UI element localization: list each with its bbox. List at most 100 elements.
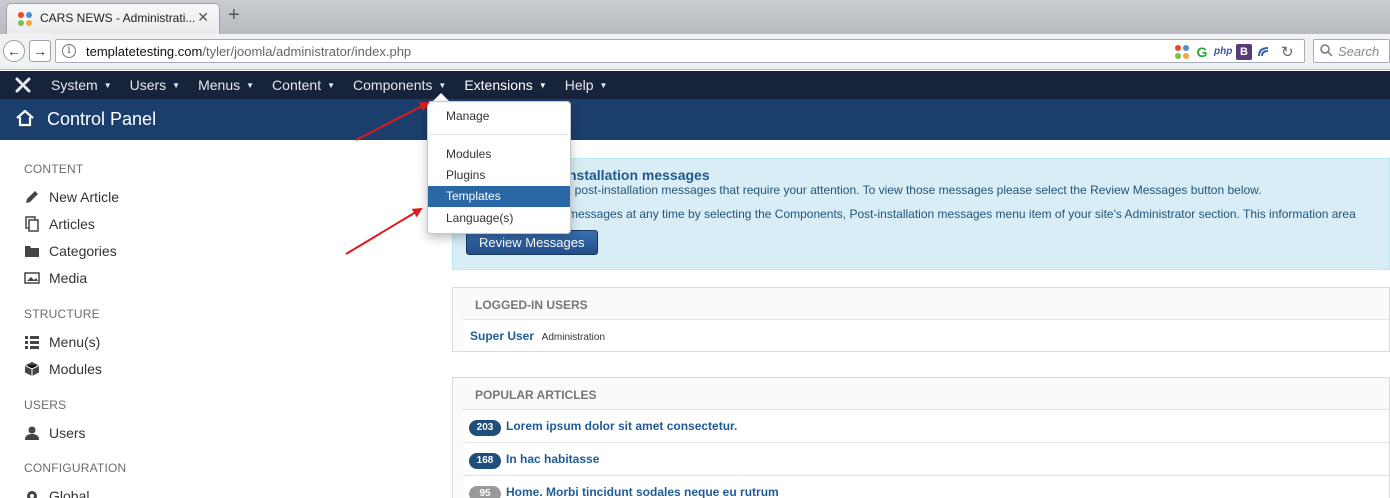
sidebar-item-label: Modules xyxy=(49,361,102,377)
wave-extension-icon[interactable] xyxy=(1256,44,1272,60)
url-bar[interactable]: i templatetesting.com/tyler/joomla/admin… xyxy=(55,39,1305,63)
browser-toolbar: ← → i templatetesting.com/tyler/joomla/a… xyxy=(0,34,1390,70)
caret-down-icon: ▼ xyxy=(599,81,608,90)
sidebar-item-label: Global xyxy=(49,488,90,498)
panel-title: POPULAR ARTICLES xyxy=(475,388,597,402)
browser-tab[interactable]: CARS NEWS - Administrati... ✕ xyxy=(6,3,220,34)
article-link[interactable]: Home. Morbi tincidunt sodales neque eu r… xyxy=(506,485,779,498)
sidebar-item-menus[interactable]: Menu(s) xyxy=(24,334,100,350)
logged-in-users-panel: LOGGED-IN USERS Super User Administratio… xyxy=(452,287,1390,352)
search-icon xyxy=(1320,44,1333,57)
caret-down-icon: ▼ xyxy=(327,81,336,90)
folder-icon xyxy=(25,246,39,257)
caret-down-icon: ▼ xyxy=(438,81,447,90)
caret-down-icon: ▼ xyxy=(538,81,547,90)
popular-articles-panel: POPULAR ARTICLES 203 Lorem ipsum dolor si… xyxy=(452,377,1390,498)
dropdown-item-languages[interactable]: Language(s) xyxy=(428,208,570,229)
hits-badge: 95 xyxy=(469,486,501,498)
dropdown-item-modules[interactable]: Modules xyxy=(428,144,570,165)
url-text[interactable]: templatetesting.com/tyler/joomla/adminis… xyxy=(86,44,411,59)
message-text-1: t post-installation messages that requir… xyxy=(568,183,1262,197)
sidebar-item-media[interactable]: Media xyxy=(24,270,87,286)
back-button[interactable]: ← xyxy=(3,40,25,62)
list-icon xyxy=(25,336,39,349)
sidebar-item-label: Categories xyxy=(49,243,117,259)
message-title: nstallation messages xyxy=(568,167,710,183)
menu-menus-label: Menus xyxy=(198,77,241,93)
menu-extensions-label: Extensions xyxy=(464,77,533,93)
sidebar-item-label: Menu(s) xyxy=(49,334,101,350)
post-install-message: nstallation messages t post-installation… xyxy=(452,158,1390,270)
hits-badge: 168 xyxy=(469,453,501,469)
menu-menus[interactable]: Menus ▼ xyxy=(189,71,263,99)
menu-components-label: Components xyxy=(353,77,433,93)
page-header: Control Panel xyxy=(0,99,1390,140)
list-item: Super User Administration xyxy=(463,319,1389,351)
dropdown-pointer xyxy=(433,93,449,101)
forward-button[interactable]: → xyxy=(29,40,51,62)
extensions-dropdown: Manage Modules Plugins Templates Languag… xyxy=(427,101,571,234)
sidebar-heading-content: CONTENT xyxy=(24,162,84,176)
sidebar-item-users[interactable]: Users xyxy=(24,425,86,441)
caret-down-icon: ▼ xyxy=(246,81,255,90)
admin-menu: System ▼ Users ▼ Menus ▼ Content ▼ Component… xyxy=(42,71,616,99)
admin-navbar: System ▼ Users ▼ Menus ▼ Content ▼ Component… xyxy=(0,71,1390,99)
list-item: 203 Lorem ipsum dolor sit amet consectetu… xyxy=(463,409,1389,441)
sidebar-item-global[interactable]: Global xyxy=(24,488,89,498)
menu-help[interactable]: Help ▼ xyxy=(556,71,617,99)
dropdown-item-templates[interactable]: Templates xyxy=(428,186,570,207)
user-link[interactable]: Super User xyxy=(470,329,534,343)
menu-users[interactable]: Users ▼ xyxy=(121,71,189,99)
b-extension-icon[interactable]: B xyxy=(1236,44,1252,60)
browser-search-input[interactable]: Search xyxy=(1313,39,1390,63)
joomla-logo-icon[interactable] xyxy=(14,76,32,94)
sidebar-item-modules[interactable]: Modules xyxy=(24,361,102,377)
article-link[interactable]: In hac habitasse xyxy=(506,452,599,466)
image-icon xyxy=(24,272,40,284)
list-item: 168 In hac habitasse xyxy=(463,442,1389,474)
dropdown-item-manage[interactable]: Manage xyxy=(428,106,570,127)
g-extension-icon[interactable]: G xyxy=(1194,44,1210,60)
joomla-extension-icon[interactable] xyxy=(1174,44,1190,60)
sidebar-item-new-article[interactable]: New Article xyxy=(24,189,119,205)
copy-icon xyxy=(25,216,39,232)
article-link[interactable]: Lorem ipsum dolor sit amet consectetur. xyxy=(506,419,737,433)
info-icon[interactable]: i xyxy=(62,44,76,58)
menu-content[interactable]: Content ▼ xyxy=(263,71,344,99)
cube-icon xyxy=(24,362,40,376)
url-domain: templatetesting.com xyxy=(86,44,203,59)
menu-content-label: Content xyxy=(272,77,322,93)
sidebar-item-label: New Article xyxy=(49,189,120,205)
sidebar-item-categories[interactable]: Categories xyxy=(24,243,117,259)
caret-down-icon: ▼ xyxy=(172,81,181,90)
php-extension-icon[interactable]: php xyxy=(1214,44,1232,60)
user-meta: Administration xyxy=(541,332,606,343)
menu-system-label: System xyxy=(51,77,98,93)
new-tab-button[interactable]: + xyxy=(228,4,240,27)
dropdown-divider xyxy=(429,134,569,135)
hits-badge: 203 xyxy=(469,420,501,436)
search-placeholder: Search xyxy=(1338,44,1380,59)
panel-title: LOGGED-IN USERS xyxy=(475,298,588,312)
reload-icon[interactable]: ↻ xyxy=(1281,43,1294,61)
menu-extensions[interactable]: Extensions ▼ xyxy=(455,71,555,99)
sidebar: CONTENT New Article Articles Categories … xyxy=(0,140,420,498)
sidebar-item-label: Articles xyxy=(49,216,95,232)
menu-system[interactable]: System ▼ xyxy=(42,71,121,99)
pencil-icon xyxy=(26,191,38,203)
sidebar-heading-configuration: CONFIGURATION xyxy=(24,461,127,475)
tab-title: CARS NEWS - Administrati... xyxy=(40,11,196,25)
sidebar-item-label: Users xyxy=(49,425,86,441)
user-icon xyxy=(25,426,39,440)
sidebar-heading-users: USERS xyxy=(24,398,67,412)
sidebar-item-articles[interactable]: Articles xyxy=(24,216,95,232)
browser-tab-bar: CARS NEWS - Administrati... ✕ + xyxy=(0,0,1390,34)
page-title: Control Panel xyxy=(47,109,157,129)
tab-close-icon[interactable]: ✕ xyxy=(197,9,209,26)
message-text-2: messages at any time by selecting the Co… xyxy=(568,207,1356,221)
menu-users-label: Users xyxy=(129,77,167,93)
list-item: 95 Home. Morbi tincidunt sodales neque eu… xyxy=(463,475,1389,498)
sidebar-heading-structure: STRUCTURE xyxy=(24,307,100,321)
joomla-favicon-icon xyxy=(18,12,32,26)
dropdown-item-plugins[interactable]: Plugins xyxy=(428,165,570,186)
